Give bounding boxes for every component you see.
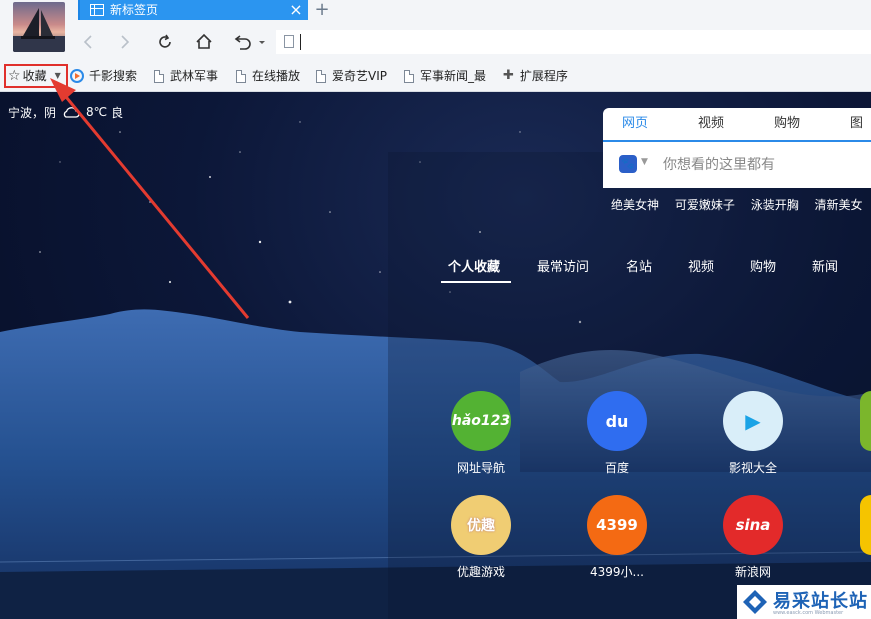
bookmark-label: 千影搜索 (89, 69, 138, 83)
baidu-paw-icon[interactable]: 🐾 (619, 155, 637, 173)
tab-title: 新标签页 (110, 3, 159, 17)
hotword-link[interactable]: 可爱嫩妹子 (675, 198, 735, 212)
bookmark-item[interactable]: 在线播放 (236, 67, 300, 85)
site-label: 影视大全 (728, 461, 777, 475)
tab-personal-favorites[interactable]: 个人收藏 (448, 256, 500, 275)
favorites-button[interactable]: ☆ 收藏 ▼ (4, 64, 68, 88)
page-icon (284, 35, 294, 48)
refresh-icon (159, 34, 171, 48)
weather-temp: 8℃ (86, 105, 108, 119)
site-tile-youqu-games[interactable]: 优趣 优趣游戏 (436, 495, 526, 580)
site-watermark: 易采站长站 www.easck.com Webmaster (737, 585, 871, 619)
site-tile-video-hub[interactable]: ▶ 影视大全 (708, 391, 798, 476)
site-label: 网址导航 (456, 461, 505, 475)
bookmark-label: 在线播放 (252, 69, 301, 83)
site-tile-4399[interactable]: 4399 4399小... (572, 495, 662, 580)
site-label: 新浪网 (734, 565, 771, 579)
undo-icon (234, 35, 265, 50)
site-label: 4399小... (590, 565, 644, 579)
hotword-link[interactable]: 清新美女 (815, 198, 863, 212)
site-tile-hao123[interactable]: hǎo123 网址导航 (436, 391, 526, 476)
chevron-down-icon[interactable]: ▼ (641, 157, 648, 167)
tab-video[interactable]: 视频 (688, 256, 714, 275)
close-tab-button[interactable]: × (288, 0, 304, 20)
bookmark-item[interactable]: 爱奇艺VIP (316, 67, 387, 85)
site-tile-partial[interactable] (860, 495, 871, 555)
page-icon (154, 69, 164, 83)
back-icon (83, 35, 92, 49)
sina-eye-icon: sina (723, 495, 783, 555)
hao123-icon: hǎo123 (451, 391, 511, 451)
bookmark-label: 爱奇艺VIP (332, 69, 387, 83)
weather-widget[interactable]: 宁波，阴 8℃ 良 (8, 104, 123, 120)
weather-air-quality: 良 (111, 105, 124, 120)
site-tile-baidu[interactable]: du 百度 (572, 391, 662, 476)
sailboat-image (13, 8, 65, 52)
new-tab-button[interactable]: + (312, 0, 332, 20)
bookmark-label: 扩展程序 (519, 69, 568, 83)
tab-shopping[interactable]: 购物 (750, 256, 776, 275)
bookmark-item[interactable]: 千影搜索 (70, 67, 137, 85)
tab-famous-sites[interactable]: 名站 (626, 256, 652, 275)
hotword-link[interactable]: 绝美女神 (611, 198, 659, 212)
bookmark-item[interactable]: 军事新闻_最 (404, 67, 486, 85)
hotword-link[interactable]: 泳装开胸 (751, 198, 799, 212)
search-tabs: 网页 视频 购物 图片 (603, 108, 871, 163)
youqu-icon: 优趣 (451, 495, 511, 555)
tab-most-visited[interactable]: 最常访问 (537, 256, 589, 275)
watermark-logo-icon (743, 590, 767, 614)
bookmark-label: 军事新闻_最 (420, 69, 487, 83)
site-label: 百度 (604, 461, 629, 475)
bookmark-item[interactable]: 武林军事 (154, 67, 218, 85)
site-label: 优趣游戏 (456, 565, 505, 579)
bookmark-label: 武林军事 (170, 69, 219, 83)
address-bar[interactable] (276, 30, 871, 54)
tab-strip-empty (308, 0, 871, 20)
user-avatar[interactable] (13, 2, 65, 52)
page-icon (316, 69, 326, 83)
back-button[interactable] (76, 30, 100, 54)
puzzle-icon: ✚ (503, 68, 514, 83)
home-icon (196, 33, 212, 49)
search-box: 🐾 ▼ (603, 140, 871, 188)
search-input[interactable] (663, 152, 863, 178)
baidu-paw-icon: du (587, 391, 647, 451)
undo-close-tab-button[interactable] (230, 30, 268, 54)
page-icon (404, 69, 414, 83)
tab-new-tab[interactable]: 新标签页 (80, 0, 308, 20)
search-tab-web[interactable]: 网页 (622, 108, 648, 140)
hot-search-words: 绝美女神 可爱嫩妹子 泳装开胸 清新美女 (611, 196, 871, 212)
active-tab-indicator (441, 281, 511, 283)
search-tab-video[interactable]: 视频 (698, 108, 724, 140)
play-search-icon: ▶ (723, 391, 783, 451)
qianying-icon (70, 69, 84, 83)
forward-button[interactable] (113, 30, 137, 54)
grid-icon (90, 4, 104, 16)
watermark-subtext: www.easck.com Webmaster (773, 610, 844, 616)
search-tab-shopping[interactable]: 购物 (774, 108, 800, 140)
refresh-button[interactable] (153, 30, 177, 54)
chevron-down-icon: ▼ (54, 71, 61, 80)
tab-news[interactable]: 新闻 (812, 256, 838, 275)
weather-city: 宁波，阴 (8, 105, 57, 120)
site-tile-partial[interactable] (860, 391, 871, 451)
star-icon: ☆ (8, 68, 21, 84)
home-button[interactable] (192, 30, 216, 54)
favorites-label: 收藏 (22, 69, 47, 83)
extensions-button[interactable]: ✚ 扩展程序 (503, 67, 568, 85)
text-cursor (300, 34, 301, 50)
bookmark-bar: ☆ 收藏 ▼ 千影搜索 武林军事 在线播放 爱奇艺VIP 军事新闻_最 ✚ 扩展… (0, 60, 871, 92)
4399-icon: 4399 (587, 495, 647, 555)
forward-icon (121, 35, 130, 49)
site-tile-sina[interactable]: sina 新浪网 (708, 495, 798, 580)
page-icon (236, 69, 246, 83)
search-tab-image[interactable]: 图片 (850, 108, 871, 163)
cloud-icon (63, 107, 80, 118)
